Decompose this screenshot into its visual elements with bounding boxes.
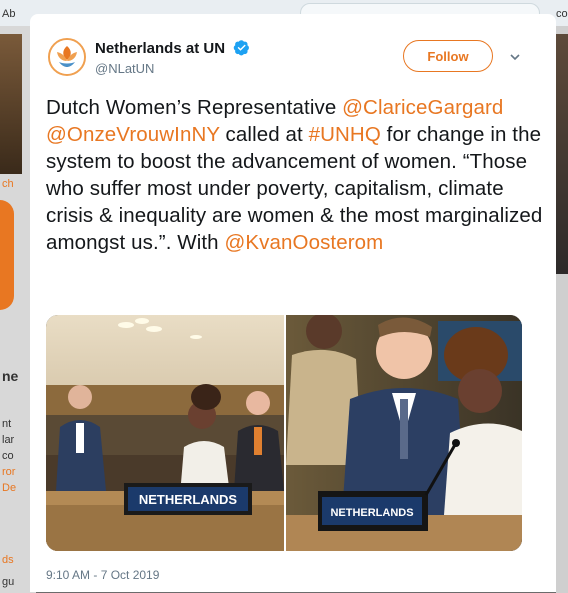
mention-link[interactable]: @OnzeVrouwInNY <box>46 123 220 146</box>
background-text: ds <box>2 554 14 566</box>
media-photos: NETHERLANDS NETHERLANDS <box>46 315 522 551</box>
un-flower-logo-icon <box>50 40 84 74</box>
nameplate-text: NETHERLANDS <box>330 507 413 519</box>
background-text: co <box>2 450 14 462</box>
user-handle[interactable]: @NLatUN <box>95 61 154 76</box>
photo-right[interactable]: NETHERLANDS <box>286 315 522 551</box>
tweet-text: Dutch Women’s Representative @ClariceGar… <box>46 94 546 256</box>
background-text: ne <box>2 368 19 384</box>
hashtag-link[interactable]: #UNHQ <box>309 123 381 146</box>
background-text: co <box>556 8 568 20</box>
follow-button[interactable]: Follow <box>403 40 493 72</box>
photo-left[interactable]: NETHERLANDS <box>46 315 284 551</box>
avatar[interactable] <box>48 38 86 76</box>
background-left-image <box>0 34 22 174</box>
verified-badge-icon <box>233 40 249 56</box>
background-text: ror <box>2 466 16 478</box>
display-name[interactable]: Netherlands at UN <box>95 40 225 57</box>
background-text: lar <box>2 434 15 446</box>
tweet-timestamp[interactable]: 9:10 AM - 7 Oct 2019 <box>46 568 159 582</box>
nameplate-text: NETHERLANDS <box>139 492 238 507</box>
background-text: ch <box>2 178 14 190</box>
background-text: gu <box>2 576 15 588</box>
background-right-image <box>556 34 568 274</box>
chevron-down-icon[interactable] <box>510 52 520 62</box>
mention-link[interactable]: @KvanOosterom <box>224 231 383 254</box>
tweet-media[interactable]: NETHERLANDS NETHERLANDS <box>46 315 522 551</box>
mention-link[interactable]: @ClariceGargard <box>342 96 503 119</box>
background-text: nt <box>2 418 12 430</box>
background-text: De <box>2 482 17 494</box>
tweet-card: Netherlands at UN @NLatUN Follow Dutch W… <box>30 14 556 592</box>
tweet-text-segment: called at <box>219 123 309 146</box>
tweet-text-segment: Dutch Women’s Representative <box>46 96 343 119</box>
background-left-logo <box>0 200 14 310</box>
background-text: Ab <box>2 8 16 20</box>
